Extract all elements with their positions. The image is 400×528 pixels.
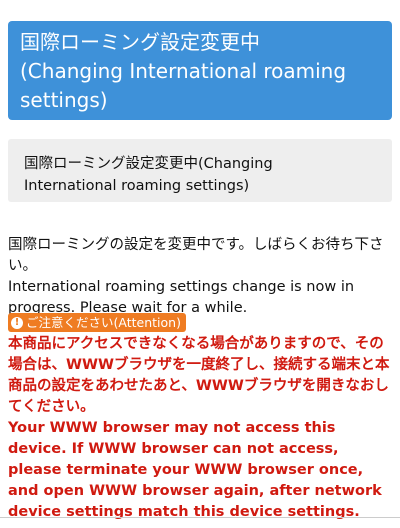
section-heading-line-2: International roaming settings) (24, 178, 250, 194)
page-title-line-1: 国際ローミング設定変更中 (20, 30, 260, 54)
section-heading-line-1: 国際ローミング設定変更中(Changing (24, 156, 273, 172)
page-title-banner: 国際ローミング設定変更中 (Changing International roa… (8, 21, 392, 120)
page-title-line-2: (Changing International roaming (20, 59, 347, 83)
attention-label: ご注意ください(Attention) (26, 315, 181, 330)
warning-icon: ! (11, 316, 23, 329)
section-heading: 国際ローミング設定変更中(Changing International roam… (8, 139, 392, 202)
attention-message: 本商品にアクセスできなくなる場合がありますので、その場合は、WWWブラウザを一度… (8, 334, 396, 523)
bottom-divider (0, 517, 400, 518)
attention-message-japanese: 本商品にアクセスできなくなる場合がありますので、その場合は、WWWブラウザを一度… (8, 336, 390, 415)
attention-message-english: Your WWW browser may not access this dev… (8, 420, 382, 520)
status-message: 国際ローミングの設定を変更中です。しばらくお待ち下さい。 Internation… (8, 235, 394, 319)
status-message-japanese: 国際ローミングの設定を変更中です。しばらくお待ち下さい。 (8, 237, 384, 274)
page-title-line-3: settings) (20, 88, 108, 112)
attention-badge: ! ご注意ください(Attention) (8, 313, 186, 332)
